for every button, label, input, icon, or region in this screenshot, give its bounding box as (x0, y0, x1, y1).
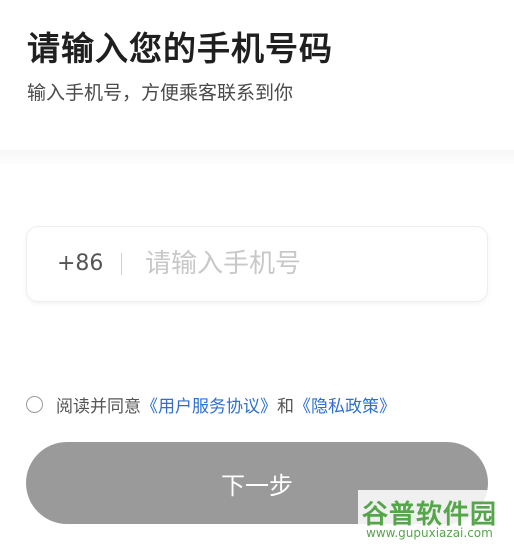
page-subtitle: 输入手机号，方便乘客联系到你 (27, 82, 294, 104)
field-divider (121, 253, 122, 275)
phone-input[interactable] (143, 241, 467, 287)
privacy-policy-link[interactable]: 《隐私政策》 (294, 392, 396, 417)
agreement-row: 阅读并同意 《用户服务协议》 和 《隐私政策》 (26, 392, 396, 417)
country-code-label[interactable]: +86 (57, 251, 103, 276)
user-agreement-link[interactable]: 《用户服务协议》 (141, 392, 277, 417)
header: 请输入您的手机号码 输入手机号，方便乘客联系到你 (0, 0, 514, 158)
section-divider (0, 150, 514, 164)
watermark: 谷普软件园 www.gupuxiazai.com (358, 490, 514, 545)
watermark-url: www.gupuxiazai.com (366, 526, 493, 540)
page-title: 请输入您的手机号码 (27, 29, 333, 68)
phone-number-field[interactable]: +86 (26, 226, 488, 302)
agreement-checkbox[interactable] (26, 396, 43, 413)
agreement-prefix: 阅读并同意 (56, 397, 141, 417)
agreement-connector: 和 (277, 397, 294, 417)
